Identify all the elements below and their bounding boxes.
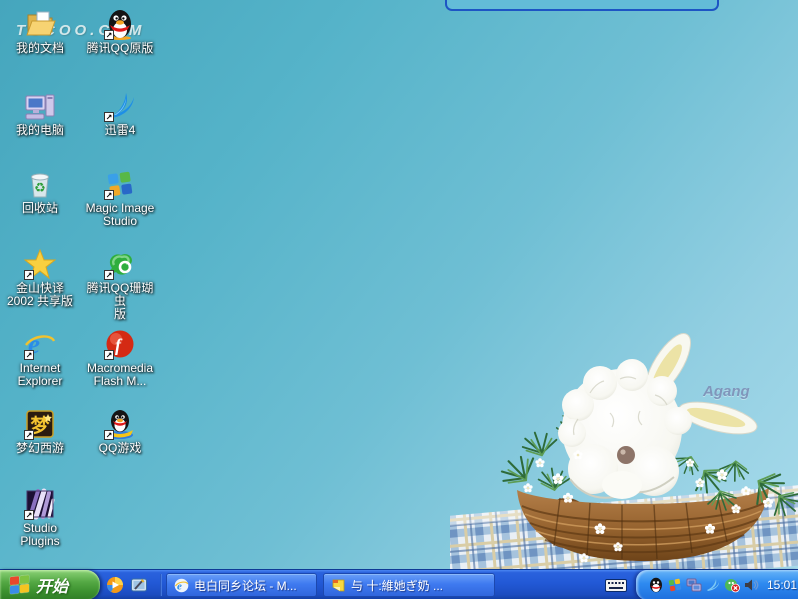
desktop-icon-kingsoft-fastait[interactable]: ↗ 金山快译 2002 共享版	[1, 248, 79, 308]
windows-logo-icon	[10, 575, 30, 595]
volume-tray-icon[interactable]	[743, 577, 759, 593]
desktop-icon-label: 金山快译 2002 共享版	[1, 282, 79, 308]
ie-mini-icon: e	[174, 578, 189, 593]
desktop-icon-label: 腾讯QQ珊瑚虫 版	[81, 282, 159, 321]
thunder-swoosh-icon: ↗	[104, 90, 136, 122]
desktop-icon-label: Macromedia Flash M...	[81, 362, 159, 388]
desktop-icon-label: Magic Image Studio	[81, 202, 159, 228]
shortcut-arrow-icon: ↗	[24, 270, 34, 280]
wallpaper-signature: Agang	[703, 383, 750, 400]
shortcut-arrow-icon: ↗	[24, 510, 34, 520]
desktop-icon-magic-image-studio[interactable]: ↗ Magic Image Studio	[81, 168, 159, 228]
colorful-app-tray-icon[interactable]	[667, 577, 683, 593]
svg-text:♻: ♻	[34, 180, 46, 195]
desktop-icon-thunder4[interactable]: ↗ 迅雷4	[81, 90, 159, 137]
magic-image-studio-icon: ↗	[104, 168, 136, 200]
desktop-icon-label: QQ游戏	[81, 442, 159, 455]
coral-icon: ↗	[104, 248, 136, 280]
desktop-icon-recycle-bin[interactable]: ♻ 回收站	[1, 168, 79, 215]
network-tray-icon[interactable]	[686, 577, 702, 593]
desktop-icon-label: 我的文档	[1, 42, 79, 55]
qq-message-note-icon	[331, 578, 346, 593]
desktop-icon-my-computer[interactable]: 我的电脑	[1, 90, 79, 137]
gold-star-icon: ↗	[24, 248, 56, 280]
taskbar-separator	[160, 574, 162, 596]
desktop-icon-internet-explorer[interactable]: e ↗ Internet Explorer	[1, 328, 79, 388]
shortcut-arrow-icon: ↗	[104, 430, 114, 440]
desktop-icon-label: 我的电脑	[1, 124, 79, 137]
qq-tray-icon[interactable]	[648, 577, 664, 593]
recycle-bin-icon: ♻	[24, 168, 56, 200]
wallpaper-bunny-scene	[450, 333, 798, 569]
start-button[interactable]: 开始	[0, 570, 100, 599]
desktop-icon-label: 腾讯QQ原版	[81, 42, 159, 55]
desktop-icon-macromedia-flash[interactable]: f ↗ Macromedia Flash M...	[81, 328, 159, 388]
desktop-icon-my-documents[interactable]: 我的文档	[1, 8, 79, 55]
shortcut-arrow-icon: ↗	[104, 270, 114, 280]
taskbar: 开始	[0, 569, 798, 599]
shortcut-arrow-icon: ↗	[104, 112, 114, 122]
desktop-icon-studio-plugins[interactable]: ↗ Studio Plugins	[1, 488, 79, 548]
shortcut-arrow-icon: ↗	[104, 30, 114, 40]
windows-media-player-icon[interactable]	[106, 576, 124, 594]
shortcut-arrow-icon: ↗	[104, 190, 114, 200]
desktop-icon-label: Studio Plugins	[1, 522, 79, 548]
desktop-icon-label: 迅雷4	[81, 124, 159, 137]
thunder-tray-icon[interactable]	[705, 577, 721, 593]
system-tray: 15:01	[636, 570, 798, 599]
tray-clock[interactable]: 15:01	[767, 578, 797, 592]
hidden-window-edge[interactable]	[445, 0, 719, 11]
shortcut-arrow-icon: ↗	[24, 350, 34, 360]
input-method-keyboard-icon[interactable]	[603, 576, 629, 594]
desktop-icon-qq-original[interactable]: ↗ 腾讯QQ原版	[81, 8, 159, 55]
bunny-nose	[617, 446, 635, 464]
show-desktop-icon[interactable]	[130, 576, 148, 594]
task-button-qq-chat-window[interactable]: 与 十:維她ぎ奶 ...	[323, 573, 495, 597]
my-documents-icon	[24, 8, 56, 40]
desktop-icon-menghuan-xiyou[interactable]: 梦 ↗ 梦幻西游	[1, 408, 79, 455]
flash-icon: f ↗	[104, 328, 136, 360]
desktop-icon-qq-coral[interactable]: ↗ 腾讯QQ珊瑚虫 版	[81, 248, 159, 321]
qq-penguin-icon: ↗	[104, 8, 136, 40]
status-error-tray-icon[interactable]	[724, 577, 740, 593]
desktop-icon-qq-games[interactable]: ↗ QQ游戏	[81, 408, 159, 455]
studio-plugins-icon: ↗	[24, 488, 56, 520]
my-computer-icon	[24, 90, 56, 122]
quick-launch	[106, 573, 148, 597]
menghuan-game-icon: 梦 ↗	[24, 408, 56, 440]
task-button-label: 电白同乡论坛 - M...	[194, 577, 297, 594]
qq-games-icon: ↗	[104, 408, 136, 440]
shortcut-arrow-icon: ↗	[104, 350, 114, 360]
desktop-icon-label: 回收站	[1, 202, 79, 215]
start-button-label: 开始	[36, 573, 68, 597]
shortcut-arrow-icon: ↗	[24, 430, 34, 440]
desktop-icon-label: 梦幻西游	[1, 442, 79, 455]
desktop: TUCOO.COM Agang	[0, 0, 798, 599]
ie-icon: e ↗	[24, 328, 56, 360]
task-button-label: 与 十:維她ぎ奶 ...	[351, 577, 443, 594]
desktop-icon-label: Internet Explorer	[1, 362, 79, 388]
task-button-browser-window[interactable]: e 电白同乡论坛 - M...	[166, 573, 317, 597]
